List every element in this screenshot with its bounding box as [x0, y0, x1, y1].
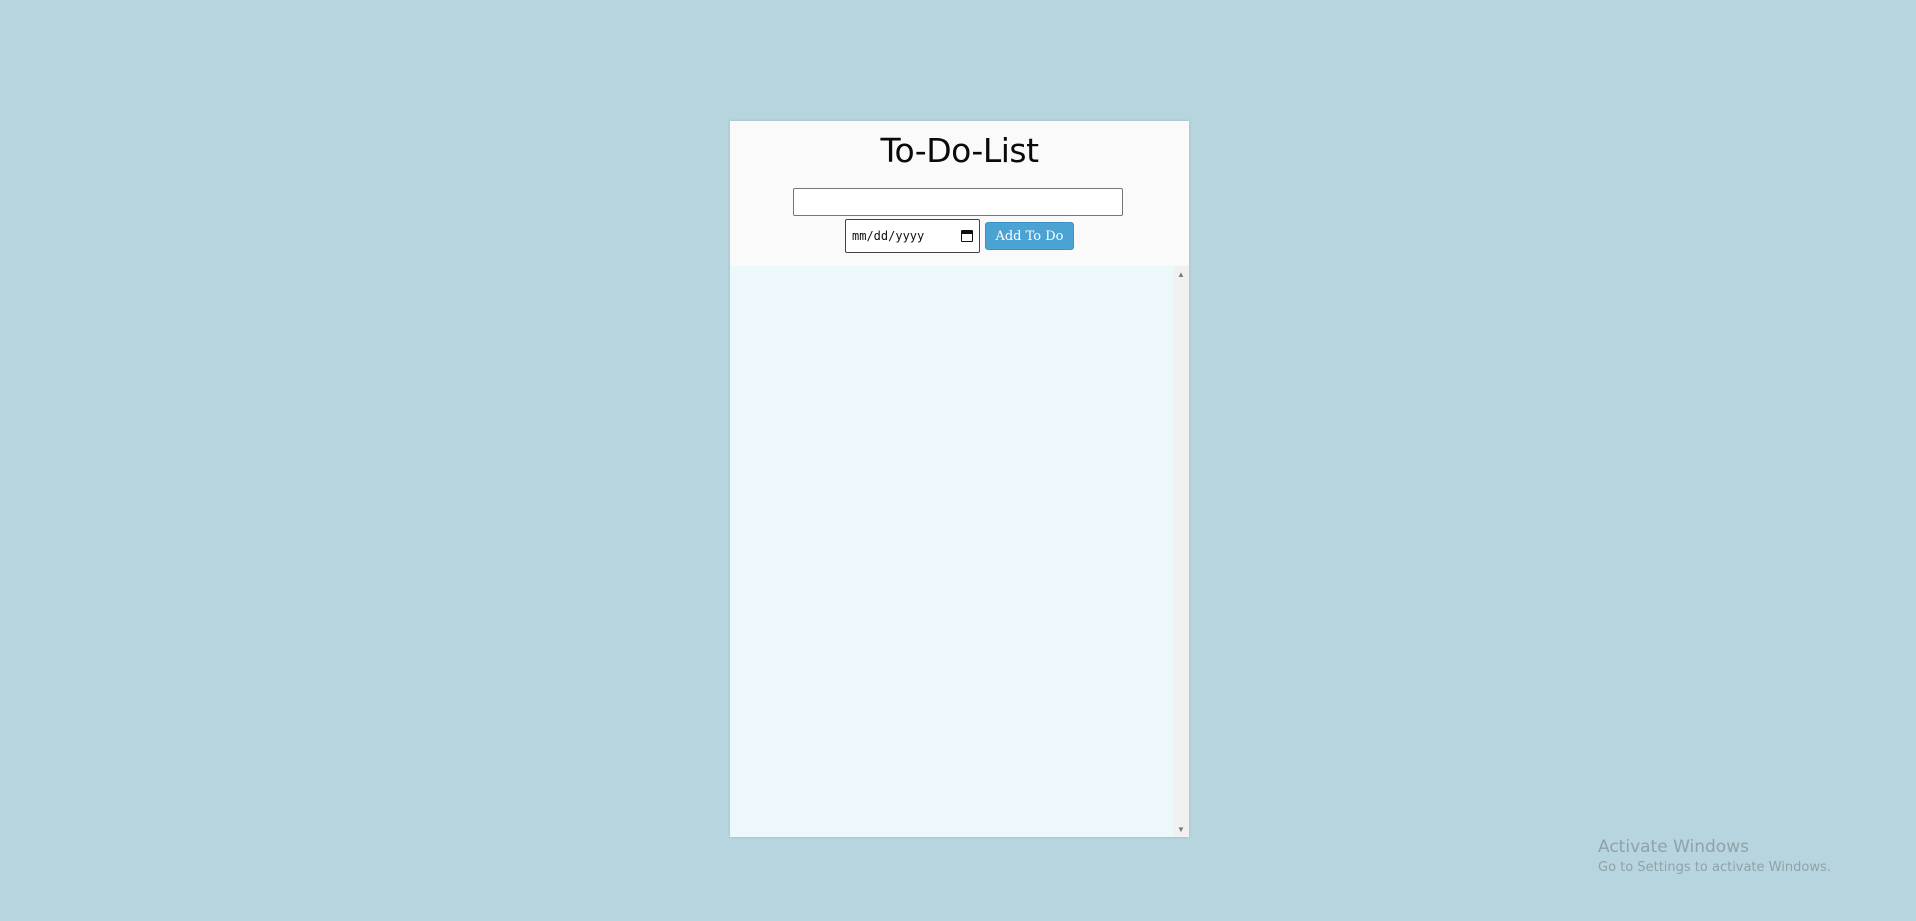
page-title: To-Do-List [880, 131, 1039, 170]
watermark-subtitle: Go to Settings to activate Windows. [1598, 860, 1831, 875]
date-input[interactable]: mm/dd/yyyy [845, 219, 980, 253]
vertical-scrollbar[interactable]: ▲ ▼ [1173, 266, 1189, 837]
task-input[interactable] [793, 188, 1123, 216]
todo-app-card: To-Do-List mm/dd/yyyy Add To Do ▲ ▼ [730, 121, 1189, 837]
date-input-value: mm/dd/yyyy [852, 229, 925, 243]
todo-header: To-Do-List mm/dd/yyyy Add To Do [730, 121, 1189, 266]
todo-list [730, 266, 1173, 837]
calendar-icon[interactable] [961, 230, 973, 242]
add-todo-button[interactable]: Add To Do [985, 222, 1074, 250]
windows-activation-watermark: Activate Windows Go to Settings to activ… [1598, 836, 1831, 878]
scroll-down-arrow-icon[interactable]: ▼ [1173, 821, 1189, 837]
scroll-up-arrow-icon[interactable]: ▲ [1173, 266, 1189, 282]
todo-list-container: ▲ ▼ [730, 266, 1189, 837]
watermark-title: Activate Windows [1598, 837, 1749, 857]
